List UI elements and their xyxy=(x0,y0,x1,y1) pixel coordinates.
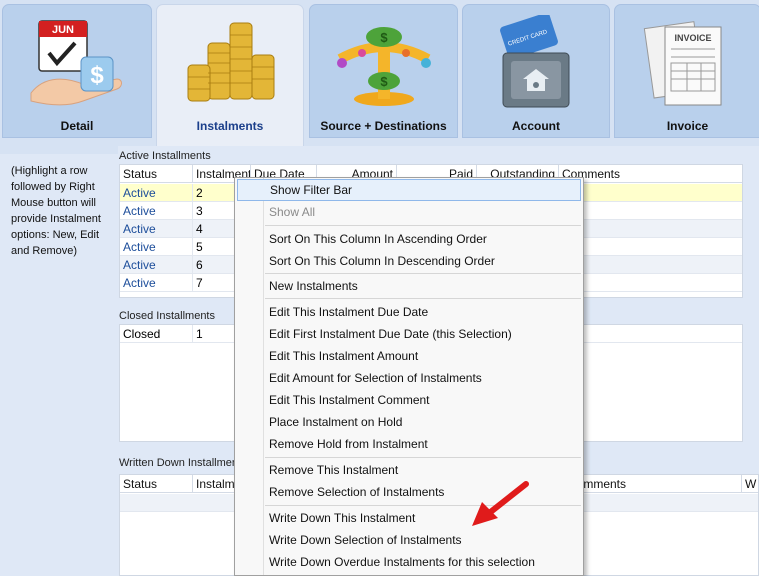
menu-separator xyxy=(265,505,581,506)
calendar-month-text: JUN xyxy=(52,24,74,36)
column-header-comments[interactable]: Comments xyxy=(565,475,742,493)
menu-item-remove-hold[interactable]: Remove Hold from Instalment xyxy=(237,433,581,455)
tab-account[interactable]: CREDIT CARD Account xyxy=(462,4,610,138)
column-header-status[interactable]: Status xyxy=(120,165,193,183)
menu-item-edit-comment[interactable]: Edit This Instalment Comment xyxy=(237,389,581,411)
tab-invoice[interactable]: INVOICE Invoice xyxy=(614,4,759,138)
menu-item-edit-first-due-date[interactable]: Edit First Instalment Due Date (this Sel… xyxy=(237,323,581,345)
invoice-heading-text: INVOICE xyxy=(674,33,711,43)
active-installments-title: Active Installments xyxy=(119,150,211,162)
menu-item-edit-amount[interactable]: Edit This Instalment Amount xyxy=(237,345,581,367)
written-down-installments-title: Written Down Installments xyxy=(119,457,247,469)
status-cell: Active xyxy=(120,220,193,238)
menu-item-sort-descending[interactable]: Sort On This Column In Descending Order xyxy=(237,250,581,272)
menu-item-sort-ascending[interactable]: Sort On This Column In Ascending Order xyxy=(237,228,581,250)
menu-item-show-filter-bar[interactable]: Show Filter Bar xyxy=(237,179,581,201)
column-header-w[interactable]: W xyxy=(742,475,759,493)
coin-stacks-icon xyxy=(182,15,278,107)
status-cell: Active xyxy=(120,184,193,202)
invoice-papers-icon: INVOICE xyxy=(643,15,733,110)
help-text: (Highlight a row followed by Right Mouse… xyxy=(11,165,101,257)
tab-instalments[interactable]: Instalments xyxy=(156,4,304,154)
tab-strip: JUN $ Detail Instalments $ $ Source + De… xyxy=(0,0,759,154)
tab-label: Source + Destinations xyxy=(320,119,447,133)
calendar-hand-dollar-icon: JUN $ xyxy=(27,15,127,110)
closed-installments-title: Closed Installments xyxy=(119,310,215,322)
menu-separator xyxy=(265,457,581,458)
tab-label: Detail xyxy=(60,119,94,133)
tab-label: Account xyxy=(512,119,560,133)
status-cell: Active xyxy=(120,274,193,292)
menu-item-new-instalments[interactable]: New Instalments xyxy=(237,275,581,297)
column-header-status[interactable]: Status xyxy=(120,475,193,493)
menu-separator xyxy=(265,298,581,299)
menu-separator xyxy=(265,225,581,226)
tab-source-destinations[interactable]: $ $ Source + Destinations xyxy=(309,4,458,138)
status-cell: Closed xyxy=(120,325,193,343)
status-cell: Active xyxy=(120,256,193,274)
svg-text:$: $ xyxy=(380,30,388,45)
red-arrow-icon xyxy=(468,478,530,533)
menu-item-place-on-hold[interactable]: Place Instalment on Hold xyxy=(237,411,581,433)
context-menu: Show Filter Bar Show All Sort On This Co… xyxy=(234,177,584,576)
menu-item-write-down-overdue[interactable]: Write Down Overdue Instalments for this … xyxy=(237,551,581,573)
menu-item-edit-due-date[interactable]: Edit This Instalment Due Date xyxy=(237,301,581,323)
column-header-comments[interactable]: Comments xyxy=(559,165,744,183)
menu-item-edit-amount-selection[interactable]: Edit Amount for Selection of Instalments xyxy=(237,367,581,389)
credit-card-safe-icon: CREDIT CARD xyxy=(491,12,581,110)
menu-separator xyxy=(265,273,581,274)
svg-text:$: $ xyxy=(380,74,388,89)
svg-text:$: $ xyxy=(90,62,104,89)
tab-detail[interactable]: JUN $ Detail xyxy=(2,4,152,138)
money-scale-icon: $ $ xyxy=(334,15,434,110)
tab-label: Invoice xyxy=(666,119,709,133)
menu-item-show-all[interactable]: Show All xyxy=(237,201,581,223)
status-cell: Active xyxy=(120,238,193,256)
status-cell: Active xyxy=(120,202,193,220)
tab-label: Instalments xyxy=(196,119,264,133)
